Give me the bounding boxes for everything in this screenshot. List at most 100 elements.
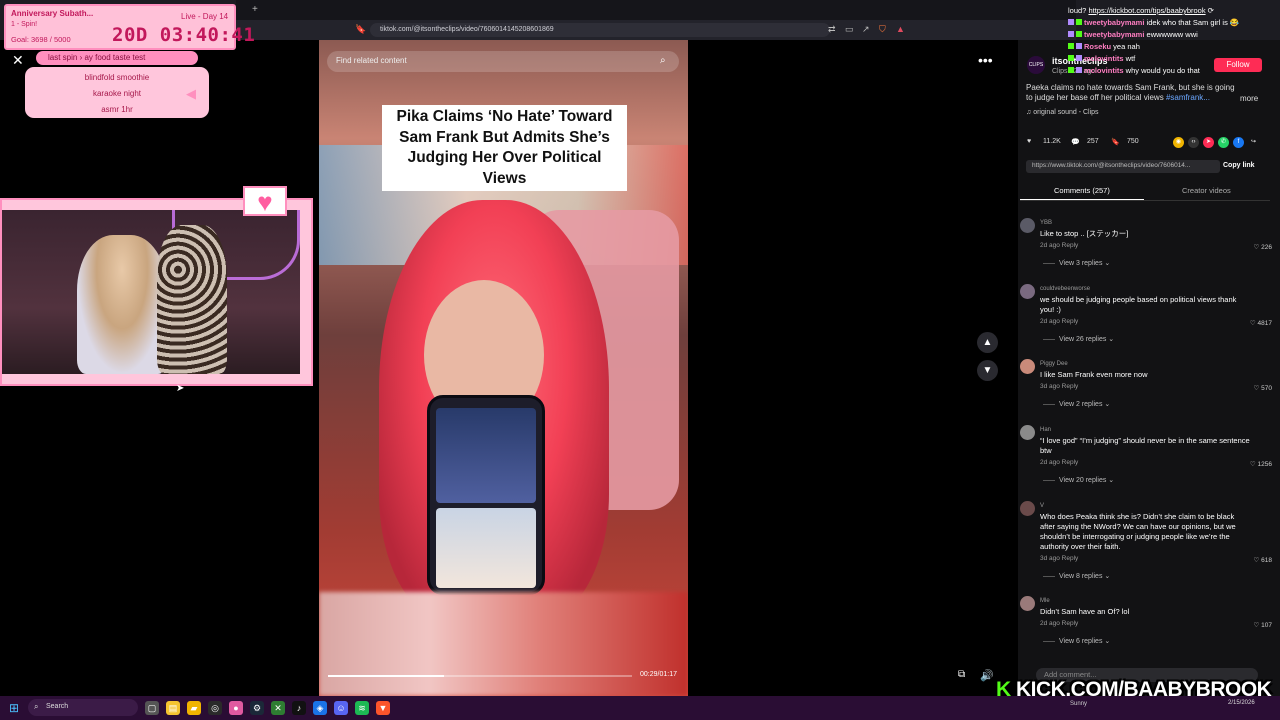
spotify-icon[interactable]: ≋ [355,701,369,715]
view-replies-button[interactable]: View 20 replies ⌄ [1059,476,1114,484]
taskbar-weather[interactable]: Sunny [1070,701,1087,707]
view-replies-button[interactable]: View 8 replies ⌄ [1059,572,1110,580]
comment-meta[interactable]: 2d ago Reply [1040,242,1078,249]
chat-username[interactable]: tweetybabymami [1084,18,1144,27]
subathon-title: Anniversary Subath... [11,9,94,18]
comment-likes[interactable]: ♡ 570 [1220,384,1272,392]
pixel-heart-icon: ♥ [243,186,287,216]
chat-message: loud? https://kickbot.com/tips/baabybroo… [1068,6,1214,15]
comment-username[interactable]: Han [1040,427,1051,433]
comment-likes[interactable]: ♡ 226 [1220,243,1272,251]
sound-link[interactable]: ♫ original sound - Clips [1026,109,1099,116]
bookmark-icon[interactable]: 🔖 [1111,138,1120,146]
facebook-icon[interactable]: f [1233,137,1244,148]
replies-divider [1043,641,1055,642]
task-view-icon[interactable]: ▢ [145,701,159,715]
close-icon[interactable]: ✕ [12,52,24,69]
comment-meta[interactable]: 3d ago Reply [1040,383,1078,390]
embed-icon[interactable]: ‹› [1188,137,1199,148]
discord-icon[interactable]: ☺ [334,701,348,715]
view-replies-button[interactable]: View 3 replies ⌄ [1059,259,1110,267]
coin-icon[interactable]: ◉ [1173,137,1184,148]
taskbar-search[interactable]: Search [28,699,138,716]
video-link-field[interactable]: https://www.tiktok.com/@itsontheclips/vi… [1026,160,1220,173]
chat-message: mclovintits why would you do that [1068,66,1200,75]
find-related-search[interactable]: Find related content [327,51,679,72]
notes-app-icon[interactable]: ▤ [166,701,180,715]
comment-text: I like Sam Frank even more now [1040,370,1148,379]
brave-shield-icon[interactable]: ⛉ [879,24,886,35]
share-icon[interactable]: ↗ [862,24,870,35]
comment-likes[interactable]: ♡ 107 [1220,621,1272,629]
comment-text: Didn’t Sam have an Of? lol [1040,607,1130,616]
comment-icon[interactable]: 💬 [1071,138,1080,146]
comment-likes[interactable]: ♡ 4817 [1220,319,1272,327]
copy-link-button[interactable]: Copy link [1223,162,1255,169]
chat-username[interactable]: mclovintits [1084,66,1124,75]
browser-app-icon[interactable]: ◈ [313,701,327,715]
tab-creator-videos[interactable]: Creator videos [1182,186,1231,195]
hashtag-link[interactable]: #samfrank... [1166,93,1210,102]
spin-item: karaoke night [92,89,142,98]
search-icon[interactable]: ⌕ [660,55,666,66]
comment-meta[interactable]: 3d ago Reply [1040,555,1078,562]
comment-username[interactable]: V [1040,503,1044,509]
xbox-icon[interactable]: ✕ [271,701,285,715]
replies-divider [1043,263,1055,264]
new-tab-icon[interactable]: + [252,4,258,15]
next-video-button[interactable]: ▼ [977,360,998,381]
comment-avatar[interactable] [1020,218,1035,233]
obs-icon[interactable]: ◎ [208,701,222,715]
comment-username[interactable]: Piggy Dee [1040,361,1068,367]
follow-button[interactable]: Follow [1214,58,1262,72]
windows-start-icon[interactable]: ⊞ [9,702,21,714]
comment-username[interactable]: YBB [1040,220,1052,226]
comment-username[interactable]: couldvebeenworse [1040,286,1090,292]
view-replies-button[interactable]: View 2 replies ⌄ [1059,400,1110,408]
share-icon[interactable]: ↪ [1248,137,1259,148]
comment-likes[interactable]: ♡ 1256 [1220,460,1272,468]
chat-link[interactable]: https://kickbot.com/tips/baabybrook [1088,6,1205,15]
url-field[interactable]: tiktok.com/@itsontheclips/video/76060141… [370,23,830,37]
picture-in-picture-icon[interactable]: ⧉ [958,669,965,680]
comment-avatar[interactable] [1020,425,1035,440]
view-replies-button[interactable]: View 6 replies ⌄ [1059,637,1110,645]
brave-icon[interactable]: ▼ [376,701,390,715]
comment-text: “I love god” “I’m judging” should never … [1040,436,1250,455]
comment-username[interactable]: Mle [1040,598,1050,604]
pink-app-icon[interactable]: ● [229,701,243,715]
chat-username[interactable]: Roseku [1084,42,1111,51]
share-friends-icon[interactable]: ➤ [1203,137,1214,148]
whatsapp-icon[interactable]: ✆ [1218,137,1229,148]
taskbar-clock[interactable]: 2/15/2026 [1228,699,1255,707]
comment-avatar[interactable] [1020,284,1035,299]
bookmark-icon[interactable]: 🔖 [355,24,366,35]
steam-icon[interactable]: ⚙ [250,701,264,715]
comment-meta[interactable]: 2d ago Reply [1040,459,1078,466]
webcam-streamer [77,235,167,374]
comment-avatar[interactable] [1020,596,1035,611]
view-replies-button[interactable]: View 26 replies ⌄ [1059,335,1114,343]
comment-meta[interactable]: 2d ago Reply [1040,620,1078,627]
comment-meta[interactable]: 2d ago Reply [1040,318,1078,325]
author-avatar[interactable]: CLIPS [1027,56,1045,74]
comment-avatar[interactable] [1020,359,1035,374]
chat-text: loud? [1068,6,1089,15]
tab-comments[interactable]: Comments (257) [1054,186,1110,195]
like-icon[interactable]: ♥ [1027,138,1031,145]
description-more-link[interactable]: more [1240,94,1258,103]
previous-video-button[interactable]: ▲ [977,332,998,353]
comment-likes[interactable]: ♡ 618 [1220,556,1272,564]
comment-avatar[interactable] [1020,501,1035,516]
volume-icon[interactable]: 🔊 [980,669,994,682]
more-options-icon[interactable]: ••• [978,52,993,68]
install-icon[interactable]: ▭ [845,24,854,35]
comment-text: Who does Peaka think she is? Didn’t she … [1040,512,1236,551]
chat-username[interactable]: mclovintits [1084,54,1124,63]
translate-icon[interactable]: ⇄ [828,24,836,35]
chat-username[interactable]: tweetybabymami [1084,30,1144,39]
tiktok-icon[interactable]: ♪ [292,701,306,715]
brave-rewards-icon[interactable]: ▲ [896,24,905,34]
video-phone-screen-top [436,408,536,503]
file-explorer-icon[interactable]: ▰ [187,701,201,715]
